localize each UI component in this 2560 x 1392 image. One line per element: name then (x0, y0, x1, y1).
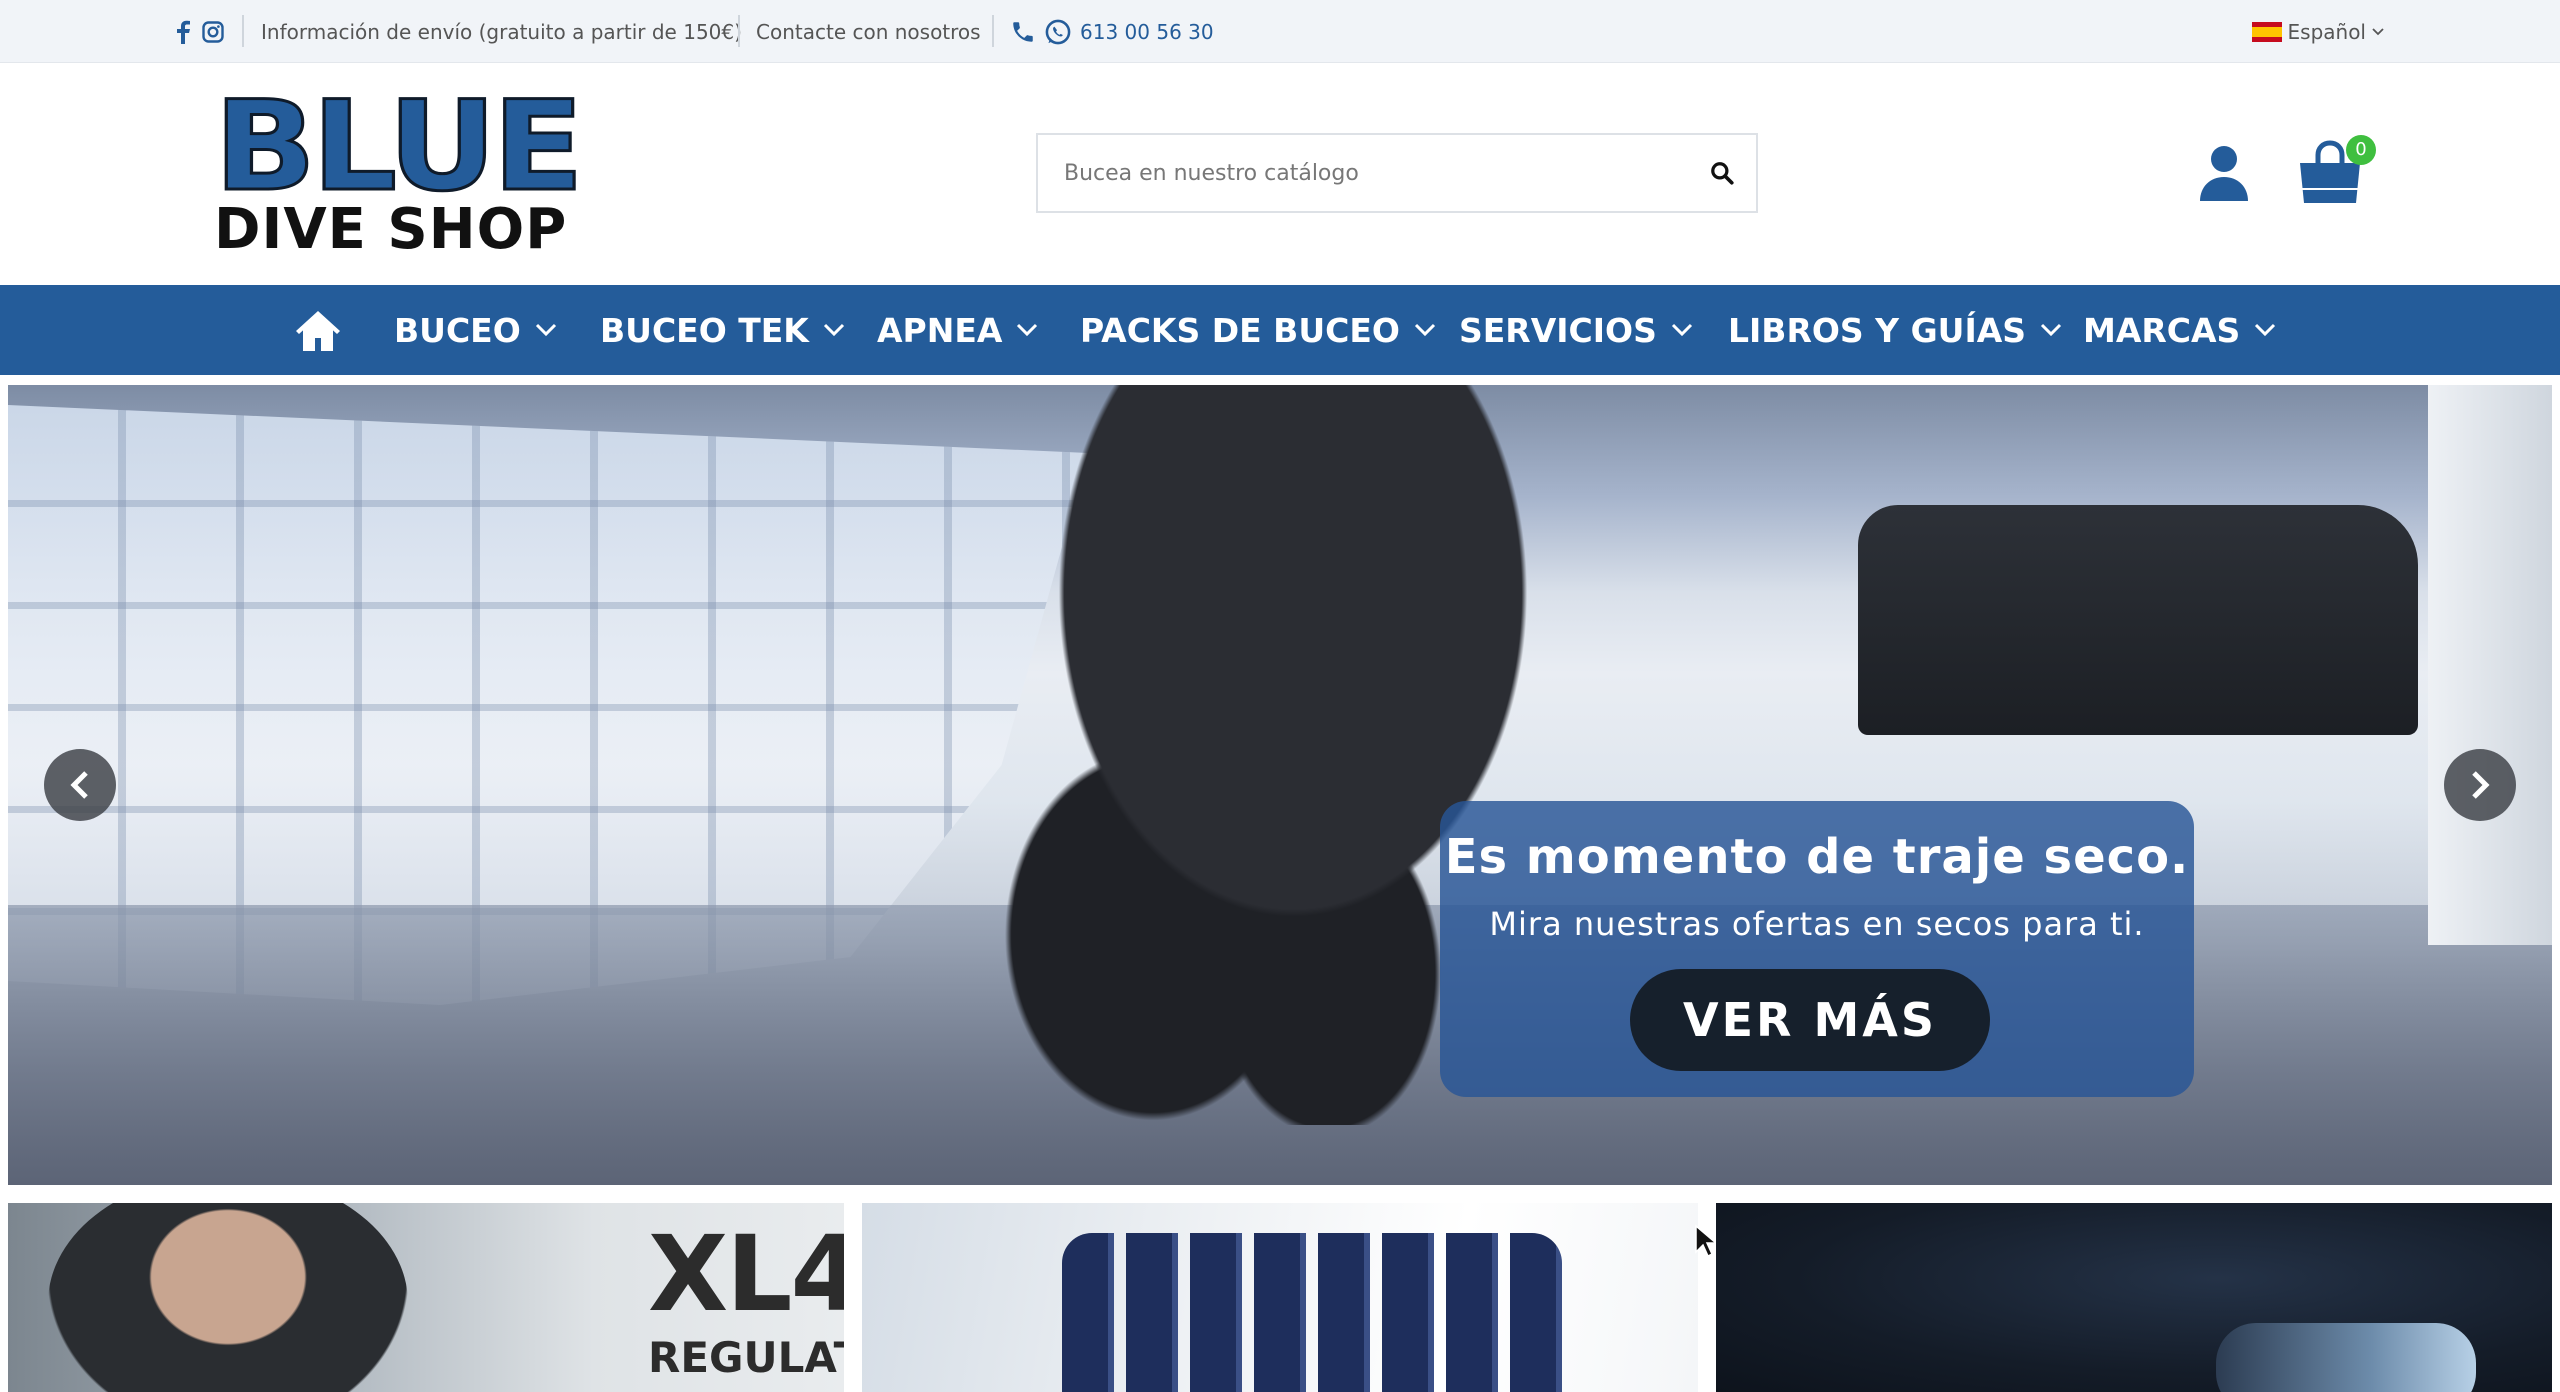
nav-item-label: SERVICIOS (1459, 310, 1657, 350)
cart-count-badge: 0 (2346, 135, 2376, 165)
slider-prev-button[interactable] (44, 749, 116, 821)
phone-icon (1013, 21, 1033, 42)
whatsapp-icon (1045, 19, 1071, 44)
top-bar: Información de envío (gratuito a partir … (0, 0, 2560, 63)
chevron-down-icon (1017, 323, 1038, 337)
search-input[interactable] (1038, 135, 1678, 211)
instagram-link[interactable] (202, 0, 224, 63)
promo-tile-lights[interactable] (1716, 1203, 2552, 1392)
shipping-info-link[interactable]: Información de envío (gratuito a partir … (261, 0, 742, 63)
chevron-down-icon (2040, 323, 2062, 337)
nav-item-label: BUCEO (394, 310, 521, 350)
hero-cta-button[interactable]: VER MÁS (1630, 969, 1990, 1071)
divider (242, 15, 244, 47)
chevron-down-icon (2255, 323, 2276, 337)
tile-image-diver (48, 1203, 408, 1392)
promo-tile-wetsuits[interactable] (862, 1203, 1698, 1392)
nav-item-buceo-tek[interactable]: BUCEO TEK (600, 285, 845, 375)
hero-title: Es momento de traje seco. (1444, 829, 2190, 885)
spain-flag-icon (2251, 21, 2282, 42)
divider (992, 15, 994, 47)
chevron-down-icon (2372, 27, 2384, 35)
nav-item-apnea[interactable]: APNEA (877, 285, 1038, 375)
hero-subtitle: Mira nuestras ofertas en secos para ti. (1489, 905, 2145, 943)
chevron-right-icon (2472, 771, 2490, 799)
chevron-down-icon (535, 323, 556, 337)
chevron-down-icon (1414, 323, 1435, 337)
home-button[interactable] (294, 307, 342, 353)
promo-tile-regulator[interactable]: XL4 REGULATOR (8, 1203, 844, 1392)
instagram-icon (202, 20, 224, 43)
facebook-link[interactable] (176, 0, 190, 63)
hero-slider: Es momento de traje seco. Mira nuestras … (8, 385, 2552, 1185)
language-label: Español (2287, 19, 2366, 44)
slider-next-button[interactable] (2444, 749, 2516, 821)
mouse-cursor-icon (1695, 1224, 1716, 1258)
phone-link[interactable]: 613 00 56 30 (1010, 0, 1214, 63)
chevron-down-icon (1671, 323, 1692, 337)
facebook-icon (177, 20, 190, 44)
site-logo[interactable]: BLUE DIVE SHOP (212, 84, 600, 263)
nav-item-label: MARCAS (2083, 310, 2241, 350)
search-box (1036, 133, 1758, 213)
tile-image-wetsuits (1062, 1233, 1562, 1392)
tile-brand-subtext: REGULATOR (648, 1333, 844, 1382)
nav-item-label: LIBROS Y GUÍAS (1728, 310, 2027, 350)
tile-image-dive-light (2216, 1323, 2476, 1392)
nav-item-libros-y-guias[interactable]: LIBROS Y GUÍAS (1728, 285, 2062, 375)
divider (738, 15, 740, 47)
search-icon (1711, 162, 1734, 185)
nav-item-servicios[interactable]: SERVICIOS (1459, 285, 1693, 375)
home-icon (296, 311, 340, 351)
contact-link[interactable]: Contacte con nosotros (756, 0, 981, 63)
hero-image-vehicle (1858, 505, 2418, 735)
tile-brand-text: XL4 (648, 1213, 844, 1335)
chevron-down-icon (823, 323, 844, 337)
account-button[interactable] (2196, 143, 2252, 203)
search-button[interactable] (1702, 153, 1742, 193)
logo-wordmark-top: BLUE (212, 75, 585, 219)
nav-item-marcas[interactable]: MARCAS (2083, 285, 2276, 375)
site-header: BLUE DIVE SHOP 0 (0, 63, 2560, 285)
nav-item-label: APNEA (877, 310, 1003, 350)
hero-image-structure (2428, 385, 2552, 945)
nav-item-label: BUCEO TEK (600, 310, 809, 350)
logo-wordmark-bottom: DIVE SHOP (214, 197, 568, 262)
language-selector[interactable]: Español (2251, 0, 2384, 63)
main-navigation: BUCEO BUCEO TEK APNEA PACKS DE BUCEO SER… (0, 285, 2560, 375)
hero-promo-box: Es momento de traje seco. Mira nuestras … (1440, 801, 2194, 1097)
nav-item-label: PACKS DE BUCEO (1080, 310, 1400, 350)
chevron-left-icon (70, 771, 88, 799)
nav-item-buceo[interactable]: BUCEO (394, 285, 557, 375)
nav-item-packs-de-buceo[interactable]: PACKS DE BUCEO (1080, 285, 1436, 375)
user-icon (2200, 146, 2248, 201)
phone-number: 613 00 56 30 (1080, 19, 1214, 44)
